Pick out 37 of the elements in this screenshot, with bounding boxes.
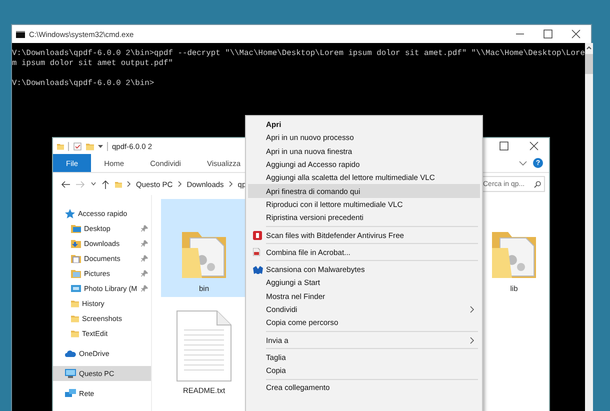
console-app-icon bbox=[16, 30, 25, 38]
download-folder-icon bbox=[71, 239, 81, 248]
folder-icon bbox=[57, 142, 64, 150]
close-button[interactable] bbox=[571, 29, 581, 39]
documents-folder-icon bbox=[71, 254, 81, 263]
star-icon bbox=[65, 208, 75, 218]
computer-icon bbox=[65, 369, 76, 378]
chevron-right-icon bbox=[178, 181, 182, 187]
chevron-right-icon bbox=[228, 181, 233, 187]
chevron-down-icon[interactable] bbox=[91, 182, 96, 186]
text-file-icon bbox=[176, 310, 232, 382]
scrollbar-thumb[interactable] bbox=[584, 54, 593, 74]
up-arrow-icon[interactable] bbox=[102, 180, 109, 188]
dropdown-icon[interactable] bbox=[98, 144, 103, 148]
photos-icon bbox=[71, 284, 81, 293]
maximize-button[interactable] bbox=[543, 29, 553, 39]
folder-icon bbox=[71, 299, 79, 308]
maximize-button[interactable] bbox=[499, 141, 509, 151]
cloud-icon bbox=[65, 350, 76, 357]
app-logo-icon bbox=[253, 230, 262, 240]
folder-icon bbox=[71, 314, 79, 323]
folder-icon bbox=[71, 329, 79, 338]
close-button[interactable] bbox=[529, 141, 539, 151]
properties-icon[interactable] bbox=[73, 142, 82, 150]
folder-icon bbox=[115, 180, 122, 188]
chevron-down-icon[interactable] bbox=[519, 160, 527, 166]
search-icon bbox=[534, 180, 541, 188]
new-folder-icon bbox=[86, 142, 94, 150]
document-icon bbox=[253, 248, 260, 256]
scroll-up-icon[interactable] bbox=[586, 45, 592, 51]
scrollbar[interactable] bbox=[584, 43, 593, 411]
chevron-right-icon bbox=[127, 181, 131, 187]
network-icon bbox=[65, 389, 76, 398]
pictures-folder-icon bbox=[71, 269, 81, 278]
wing-logo-icon bbox=[253, 266, 263, 274]
back-arrow-icon[interactable] bbox=[61, 180, 70, 188]
desktop-folder-icon bbox=[71, 224, 81, 233]
